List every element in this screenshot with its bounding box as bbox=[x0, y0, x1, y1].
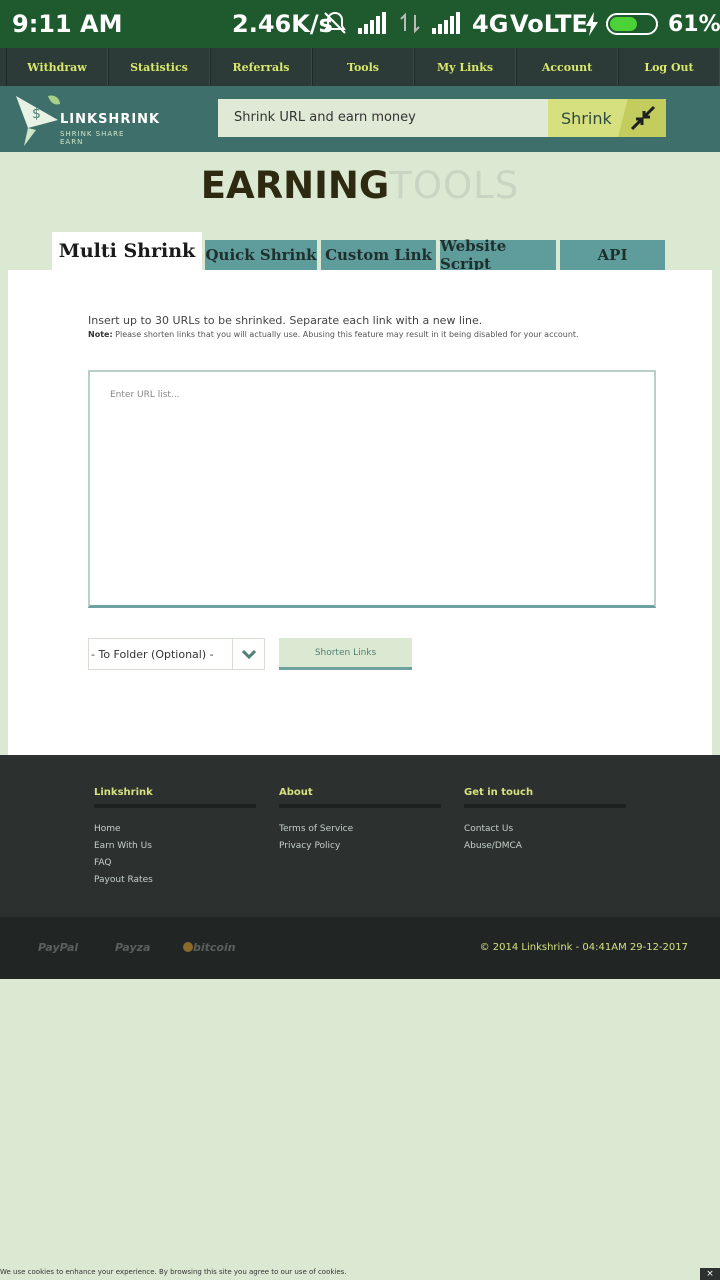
signal-icon-2 bbox=[432, 12, 460, 34]
shrink-button-label: Shrink bbox=[561, 108, 612, 128]
page-title: EARNINGTOOLS bbox=[0, 164, 720, 207]
leaf-logo-icon: $ bbox=[16, 95, 60, 146]
status-battery-percent: 61% bbox=[668, 11, 720, 37]
folder-select-value: - To Folder (Optional) - bbox=[91, 648, 214, 661]
footer-heading: Linkshrink bbox=[94, 787, 153, 798]
footer-link-faq[interactable]: FAQ bbox=[94, 858, 256, 868]
footer-link-earn[interactable]: Earn With Us bbox=[94, 841, 256, 851]
footer-col-linkshrink: Linkshrink Home Earn With Us FAQ Payout … bbox=[94, 787, 256, 892]
nav-my-links[interactable]: My Links bbox=[414, 48, 516, 86]
footer-col-contact: Get in touch Contact Us Abuse/DMCA bbox=[464, 787, 626, 858]
nav-log-out[interactable]: Log Out bbox=[618, 48, 720, 86]
note-body: Please shorten links that you will actua… bbox=[112, 330, 579, 339]
tab-multi-shrink[interactable]: Multi Shrink bbox=[52, 232, 202, 270]
battery-icon bbox=[606, 13, 658, 35]
tab-api[interactable]: API bbox=[560, 240, 665, 270]
footer-bottom-bar: PayPal Payza bitcoin © 2014 Linkshrink -… bbox=[0, 917, 720, 979]
data-arrows-icon bbox=[400, 12, 420, 34]
nav-tools[interactable]: Tools bbox=[312, 48, 414, 86]
footer-link-abuse[interactable]: Abuse/DMCA bbox=[464, 841, 626, 851]
footer-link-home[interactable]: Home bbox=[94, 824, 256, 834]
status-volte: VoLTE bbox=[510, 10, 588, 38]
main-nav: Withdraw Statistics Referrals Tools My L… bbox=[0, 48, 720, 86]
nav-referrals[interactable]: Referrals bbox=[210, 48, 312, 86]
footer-divider bbox=[464, 804, 626, 808]
nav-account[interactable]: Account bbox=[516, 48, 618, 86]
status-time: 9:11 AM bbox=[12, 10, 123, 38]
instructions-text: Insert up to 30 URLs to be shrinked. Sep… bbox=[88, 314, 483, 327]
bitcoin-logo: bitcoin bbox=[183, 941, 236, 954]
nav-statistics[interactable]: Statistics bbox=[108, 48, 210, 86]
footer-link-payout[interactable]: Payout Rates bbox=[94, 875, 256, 885]
footer-col-about: About Terms of Service Privacy Policy bbox=[279, 787, 441, 858]
compress-arrows-icon bbox=[630, 105, 656, 131]
footer-heading: About bbox=[279, 787, 313, 798]
footer-link-privacy[interactable]: Privacy Policy bbox=[279, 841, 441, 851]
copyright-text: © 2014 Linkshrink - 04:41AM 29-12-2017 bbox=[479, 942, 688, 953]
bitcoin-text: bitcoin bbox=[193, 941, 236, 954]
status-speed: 2.46K/s bbox=[232, 10, 333, 38]
cookie-close-button[interactable]: × bbox=[700, 1268, 720, 1280]
shrink-button-icon-bg bbox=[618, 99, 666, 137]
status-bar: 9:11 AM 2.46K/s 4G VoLTE 61% bbox=[0, 0, 720, 48]
tab-custom-link[interactable]: Custom Link bbox=[321, 240, 436, 270]
multi-shrink-panel: Insert up to 30 URLs to be shrinked. Sep… bbox=[8, 270, 712, 755]
site-header: $ LINKSHRINK SHRINK SHARE EARN Shrink UR… bbox=[0, 86, 720, 152]
page-title-light: TOOLS bbox=[389, 164, 520, 207]
charging-icon bbox=[586, 12, 598, 36]
folder-select[interactable]: - To Folder (Optional) - bbox=[88, 638, 265, 670]
footer-heading: Get in touch bbox=[464, 787, 534, 798]
note-text: Note: Please shorten links that you will… bbox=[88, 330, 579, 339]
nav-withdraw[interactable]: Withdraw bbox=[6, 48, 108, 86]
payza-logo: Payza bbox=[115, 941, 151, 954]
signal-icon bbox=[358, 12, 386, 34]
tab-website-script[interactable]: Website Script bbox=[440, 237, 556, 273]
shorten-links-button[interactable]: Shorten Links bbox=[279, 638, 412, 670]
url-list-textarea[interactable]: Enter URL list... bbox=[88, 370, 656, 608]
chevron-down-icon[interactable] bbox=[232, 639, 264, 669]
svg-text:$: $ bbox=[32, 106, 41, 122]
shrink-url-input[interactable]: Shrink URL and earn money bbox=[218, 99, 548, 137]
paypal-logo: PayPal bbox=[38, 941, 79, 954]
shrink-button[interactable]: Shrink bbox=[548, 99, 666, 137]
tab-quick-shrink[interactable]: Quick Shrink bbox=[205, 240, 317, 270]
cookie-notice: We use cookies to enhance your experienc… bbox=[0, 1268, 347, 1276]
site-logo[interactable]: $ LINKSHRINK SHRINK SHARE EARN bbox=[14, 90, 159, 148]
status-network: 4G bbox=[472, 10, 509, 38]
note-label: Note: bbox=[88, 330, 113, 339]
logo-tagline: SHRINK SHARE EARN bbox=[60, 130, 125, 146]
logo-text: LINKSHRINK bbox=[60, 112, 161, 127]
footer-link-terms[interactable]: Terms of Service bbox=[279, 824, 441, 834]
status-icons bbox=[322, 10, 462, 36]
footer-divider bbox=[279, 804, 441, 808]
footer-link-contact[interactable]: Contact Us bbox=[464, 824, 626, 834]
footer-divider bbox=[94, 804, 256, 808]
bitcoin-icon bbox=[183, 942, 193, 952]
page-title-bold: EARNING bbox=[200, 164, 390, 207]
site-footer: Linkshrink Home Earn With Us FAQ Payout … bbox=[0, 755, 720, 917]
bell-off-icon bbox=[324, 11, 346, 34]
